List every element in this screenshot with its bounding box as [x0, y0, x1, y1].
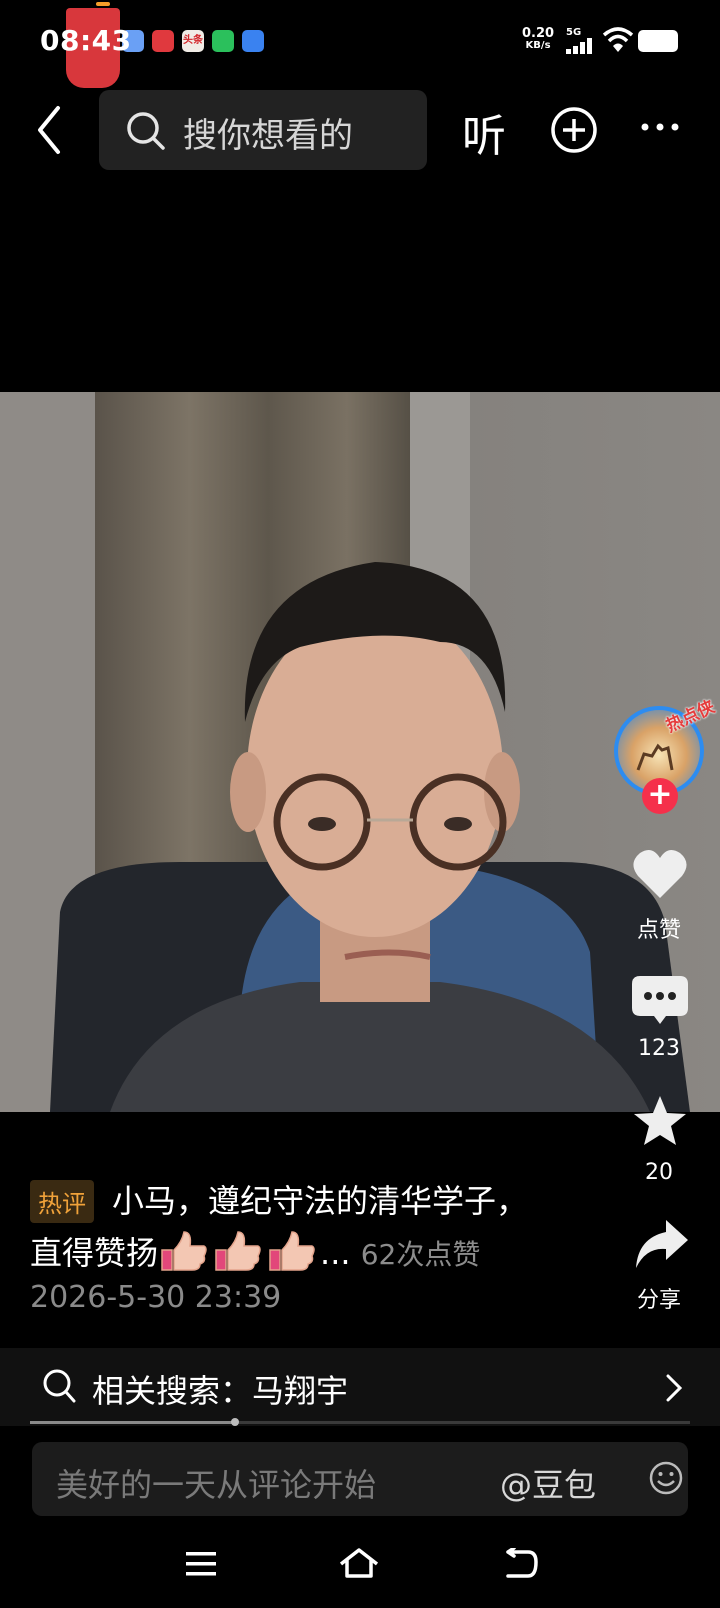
video-progress-fill — [30, 1421, 235, 1424]
comment-count: 123 — [638, 1036, 680, 1061]
chevron-right-icon — [666, 1374, 683, 1402]
blue-app-icon — [242, 30, 264, 52]
nav-back-icon[interactable] — [502, 1548, 538, 1580]
hot-comment-line-2[interactable]: 直得赞扬 ... 62次点赞 — [30, 1228, 480, 1282]
search-icon — [43, 1369, 76, 1403]
mention-doubao-button[interactable]: @豆包 — [500, 1460, 596, 1506]
emoji-icon[interactable] — [648, 1460, 684, 1496]
search-placeholder: 搜你想看的 — [183, 116, 353, 156]
hot-comment-like-count: 62次点赞 — [360, 1238, 481, 1271]
share-arrow-icon[interactable] — [632, 1218, 690, 1270]
comment-bubble-icon[interactable] — [632, 976, 688, 1026]
like-label: 点赞 — [636, 918, 681, 943]
toutiao-app-icon: 头条 — [182, 30, 204, 52]
hot-comment-line-1[interactable]: 小马，遵纪守法的清华学子， — [112, 1176, 528, 1222]
network-type: 5G — [566, 27, 582, 38]
wifi-icon — [602, 27, 634, 52]
follow-button[interactable]: + — [642, 778, 678, 814]
post-date: 2026-5-30 23:39 — [30, 1280, 282, 1315]
more-options-button[interactable] — [640, 122, 680, 132]
add-button[interactable] — [550, 106, 598, 154]
network-speed-value: 0.20 — [522, 26, 555, 41]
comment-placeholder: 美好的一天从评论开始 — [56, 1466, 377, 1504]
status-time: 08:43 — [40, 24, 132, 57]
nav-menu-icon[interactable] — [184, 1550, 218, 1578]
video-player[interactable] — [0, 392, 720, 1112]
favorite-count: 20 — [645, 1160, 673, 1185]
hot-comment-ellipsis: ... — [320, 1234, 351, 1272]
battery-icon — [638, 30, 678, 52]
like-heart-icon[interactable] — [632, 848, 688, 900]
network-speed-unit: KB/s — [525, 40, 551, 51]
red-app-icon — [152, 30, 174, 52]
hot-comment-text: 直得赞扬 — [30, 1234, 159, 1272]
nav-home-icon[interactable] — [338, 1546, 380, 1580]
wechat-app-icon — [212, 30, 234, 52]
video-progress-handle[interactable] — [230, 1418, 239, 1426]
related-search-label: 相关搜索：马翔宇 — [92, 1372, 349, 1410]
hot-comment-badge: 热评 — [30, 1180, 94, 1223]
video-frame — [0, 392, 720, 1112]
signal-icon: 5G — [566, 28, 596, 58]
search-input[interactable]: 搜你想看的 — [99, 90, 427, 170]
comment-input[interactable]: 美好的一天从评论开始 @豆包 — [32, 1442, 688, 1516]
search-icon — [127, 112, 165, 150]
back-button[interactable] — [30, 100, 70, 160]
thumbs-up-icons — [158, 1228, 320, 1282]
related-search-bar[interactable]: 相关搜索：马翔宇 — [0, 1348, 720, 1426]
network-speed: 0.20 KB/s — [522, 26, 555, 52]
share-label: 分享 — [636, 1288, 681, 1313]
favorite-star-icon[interactable] — [632, 1094, 688, 1148]
listen-button[interactable]: 听 — [462, 100, 506, 164]
